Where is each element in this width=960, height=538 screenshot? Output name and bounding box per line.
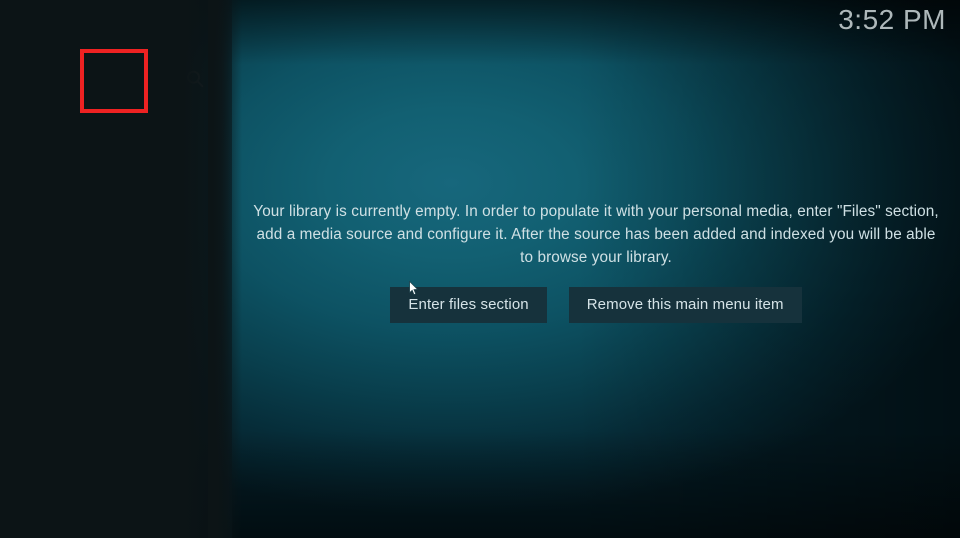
kodi-home-screen: 3:52 PM KODI	[0, 0, 960, 538]
remove-main-menu-item-button[interactable]: Remove this main menu item	[568, 286, 802, 323]
empty-library-message: Your library is currently empty. In orde…	[253, 202, 939, 266]
sidebar	[0, 0, 232, 538]
main-content: Your library is currently empty. In orde…	[232, 0, 960, 538]
enter-files-section-button[interactable]: Enter files section	[390, 286, 547, 323]
action-button-row: Enter files section Remove this main men…	[390, 286, 802, 323]
clock: 3:52 PM	[838, 4, 946, 35]
